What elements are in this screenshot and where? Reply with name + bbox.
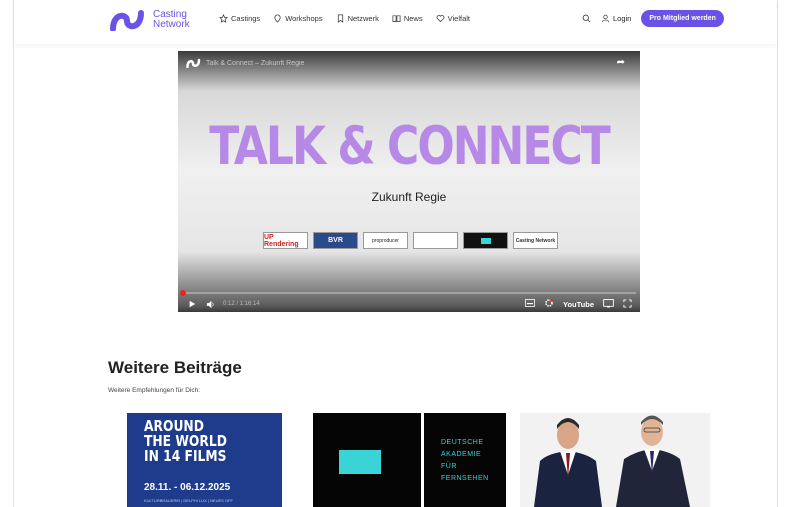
partner-logo-casting-network: Casting Network — [513, 232, 558, 249]
akademie-logo-square — [339, 450, 381, 474]
nav-vielfalt[interactable]: Vielfalt — [436, 14, 470, 23]
nav-news[interactable]: News — [392, 14, 423, 23]
nav-netzwerk[interactable]: Netzwerk — [336, 14, 379, 23]
post-thumbnail-deutsche-akademie[interactable]: DEUTSCHE AKADEMIE FÜR FERNSEHEN — [313, 413, 506, 507]
video-headline: TALK & CONNECT — [209, 115, 611, 178]
nav-vielfalt-label: Vielfalt — [447, 14, 470, 23]
nav-netzwerk-label: Netzwerk — [347, 14, 379, 23]
fullscreen-button[interactable] — [623, 298, 632, 310]
book-icon — [392, 15, 401, 23]
akademie-line: FERNSEHEN — [441, 475, 489, 482]
akademie-line: FÜR — [441, 463, 457, 470]
akademie-line: DEUTSCHE — [441, 439, 484, 446]
header-tools: Login Pro Mitglied werden — [582, 10, 724, 27]
video-controls-right: YouTube — [525, 297, 632, 311]
thumbnail-headline: AROUND THE WORLD IN 14 FILMS — [144, 419, 227, 464]
subtitles-icon — [525, 299, 535, 307]
play-button[interactable] — [188, 300, 196, 308]
casting-network-logo-icon — [110, 10, 144, 31]
video-progress-bar[interactable] — [180, 290, 636, 296]
logo-line2: Network — [153, 19, 190, 30]
pro-member-button[interactable]: Pro Mitglied werden — [641, 10, 724, 27]
youtube-logo[interactable]: YouTube — [563, 300, 594, 309]
location-pin-icon — [274, 14, 281, 23]
site-header: Casting Network Castings Workshops Netzw… — [14, 0, 777, 44]
star-icon — [219, 14, 228, 23]
heart-badge-icon — [436, 15, 444, 23]
logo[interactable]: Casting Network — [109, 9, 190, 31]
cast-icon — [603, 298, 614, 308]
subtitles-button[interactable] — [525, 299, 535, 309]
nav-castings[interactable]: Castings — [219, 14, 260, 23]
partner-logo-5 — [463, 232, 508, 249]
login-link[interactable]: Login — [601, 14, 631, 23]
progress-scrubber[interactable] — [180, 290, 186, 296]
channel-logo-icon[interactable] — [186, 58, 201, 68]
akademie-line: AKADEMIE — [441, 451, 482, 458]
search-button[interactable] — [582, 14, 591, 23]
video-top-bar: Talk & Connect – Zukunft Regie — [178, 51, 640, 75]
nav-workshops[interactable]: Workshops — [273, 14, 323, 23]
gear-icon — [545, 299, 554, 307]
logo-text: Casting Network — [153, 10, 190, 30]
thumbnail-divider — [421, 413, 424, 507]
main-nav: Castings Workshops Netzwerk News Vielfal… — [219, 14, 470, 23]
user-icon — [601, 14, 610, 23]
section-subtitle: Weitere Empfehlungen für Dich: — [108, 387, 201, 394]
partner-logo-4 — [413, 232, 458, 249]
volume-icon — [206, 300, 214, 308]
thumbnail-venues: KULTURBRAUEREI | DELPHI LUX | NEUES OFF — [144, 498, 233, 503]
video-subtitle: Zukunft Regie — [371, 190, 447, 204]
partner-logo-proproducer: proproducer — [363, 232, 408, 249]
login-label: Login — [613, 14, 632, 23]
play-icon — [189, 300, 196, 308]
post-thumbnail-around-the-world[interactable]: AROUND THE WORLD IN 14 FILMS 28.11. - 06… — [127, 413, 282, 507]
fullscreen-icon — [623, 298, 632, 308]
video-player[interactable]: Talk & Connect – Zukunft Regie ➦ TALK & … — [178, 51, 640, 312]
section-title: Weitere Beiträge — [108, 358, 242, 377]
share-icon[interactable]: ➦ — [617, 57, 625, 68]
thumbnail-headline-line: IN 14 FILMS — [144, 447, 227, 465]
partner-logos: UP Rendering BVR proproducer Casting Net… — [263, 232, 558, 249]
bookmark-icon — [337, 14, 343, 23]
nav-news-label: News — [403, 14, 423, 23]
partner-logo-bvr: BVR — [313, 232, 358, 249]
two-men-photo — [520, 413, 710, 507]
settings-button[interactable] — [544, 298, 554, 310]
video-time: 0:12 / 1:16:14 — [223, 301, 260, 307]
partner-logo-up: UP Rendering — [263, 232, 308, 249]
video-title[interactable]: Talk & Connect – Zukunft Regie — [206, 60, 304, 67]
post-thumbnail-photo[interactable] — [520, 413, 710, 507]
nav-workshops-label: Workshops — [285, 14, 323, 23]
akademie-text: DEUTSCHE AKADEMIE FÜR FERNSEHEN — [441, 437, 489, 485]
volume-button[interactable] — [206, 300, 215, 309]
nav-castings-label: Castings — [231, 14, 261, 23]
cast-button[interactable] — [603, 298, 614, 310]
video-controls: 0:12 / 1:16:14 YouTube — [178, 297, 640, 311]
search-icon — [582, 14, 591, 23]
thumbnail-date: 28.11. - 06.12.2025 — [144, 482, 231, 493]
